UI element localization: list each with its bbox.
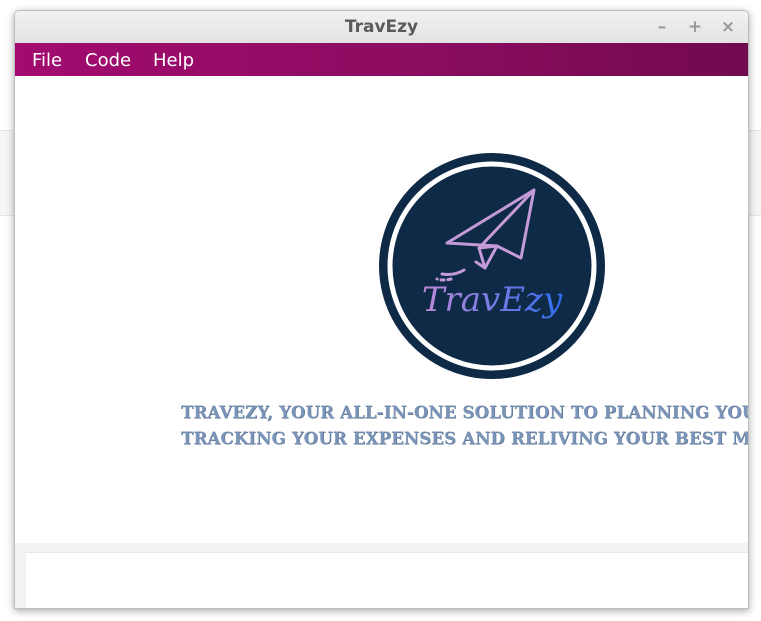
menu-code[interactable]: Code — [85, 50, 131, 71]
main-content: TravEzy TRAVEZY, YOUR ALL-IN-ONE SOLUTIO… — [15, 76, 748, 543]
bottom-area — [15, 543, 748, 608]
tagline-line-2: TRACKING YOUR EXPENSES AND RELIVING YOUR… — [181, 429, 749, 448]
app-window: TravEzy – + × File Code Help TravEzy TRA… — [14, 10, 749, 609]
title-bar[interactable]: TravEzy – + × — [15, 11, 748, 44]
menu-file[interactable]: File — [32, 50, 62, 71]
minimize-button[interactable]: – — [651, 17, 673, 37]
maximize-button[interactable]: + — [684, 17, 706, 37]
logo-text: TravEzy — [422, 280, 563, 320]
bottom-panel — [26, 552, 748, 608]
app-tagline: TRAVEZY, YOUR ALL-IN-ONE SOLUTION TO PLA… — [181, 400, 749, 452]
close-button[interactable]: × — [717, 17, 739, 37]
travezy-logo: TravEzy — [379, 153, 605, 379]
logo-outer-circle — [379, 153, 605, 379]
tagline-line-1: TRAVEZY, YOUR ALL-IN-ONE SOLUTION TO PLA… — [181, 403, 749, 422]
menu-help[interactable]: Help — [153, 50, 194, 71]
window-title: TravEzy — [344, 17, 419, 37]
menu-bar: File Code Help — [15, 43, 748, 76]
